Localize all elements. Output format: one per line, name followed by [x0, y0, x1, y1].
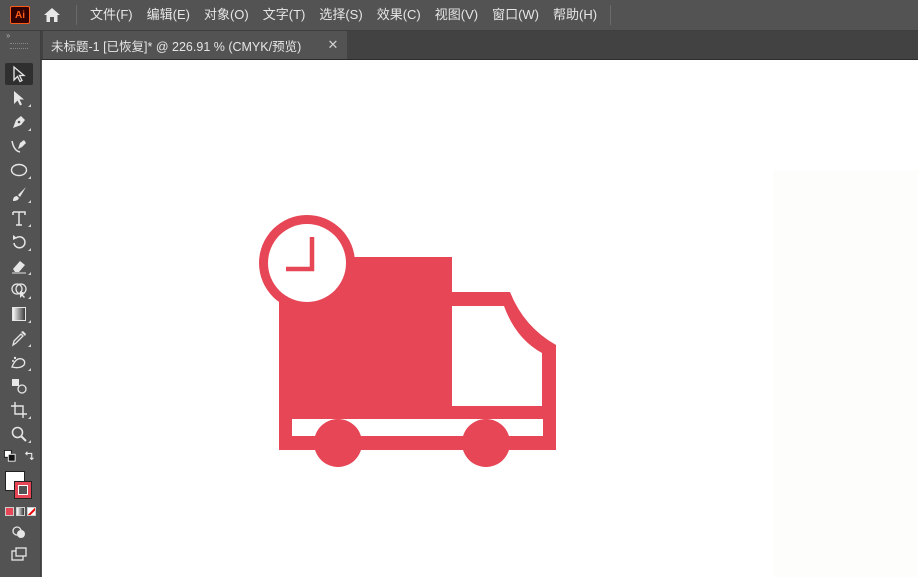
tools-panel: ››	[0, 31, 41, 577]
main-menu: 文件(F) 编辑(E) 对象(O) 文字(T) 选择(S) 效果(C) 视图(V…	[83, 0, 604, 30]
paintbrush-tool-icon[interactable]	[5, 183, 33, 205]
gradient-tool-icon[interactable]	[5, 303, 33, 325]
zoom-tool-icon[interactable]	[5, 423, 33, 445]
screen-mode-icon[interactable]	[5, 543, 33, 565]
selection-tool-icon[interactable]	[5, 63, 33, 85]
menu-help[interactable]: 帮助(H)	[546, 0, 604, 30]
menu-file[interactable]: 文件(F)	[83, 0, 140, 30]
canvas-shade	[773, 170, 918, 577]
pen-tool-icon[interactable]	[5, 111, 33, 133]
menu-type[interactable]: 文字(T)	[256, 0, 313, 30]
panel-grip[interactable]	[10, 43, 28, 49]
tab-document-title: 未标题-1 [已恢复]* @ 226.91 % (CMYK/预览)	[51, 39, 302, 54]
document-tab-bar: 未标题-1 [已恢复]* @ 226.91 % (CMYK/预览) ✕	[41, 31, 918, 60]
collapse-panel-button[interactable]: ››	[0, 31, 40, 40]
direct-selection-tool-icon[interactable]	[5, 87, 33, 109]
delivery-truck-clock-icon[interactable]	[258, 215, 558, 470]
gradient-mode-icon[interactable]	[16, 507, 25, 516]
home-icon[interactable]	[42, 5, 62, 25]
none-mode-icon[interactable]	[27, 507, 36, 516]
artboard-canvas[interactable]	[42, 60, 918, 577]
menu-effect[interactable]: 效果(C)	[370, 0, 428, 30]
menu-select[interactable]: 选择(S)	[312, 0, 369, 30]
ellipse-tool-icon[interactable]	[5, 159, 33, 181]
menu-window[interactable]: 窗口(W)	[485, 0, 546, 30]
default-colors-icon[interactable]	[2, 449, 18, 463]
menu-object[interactable]: 对象(O)	[197, 0, 256, 30]
blend-tool-icon[interactable]	[5, 375, 33, 397]
close-icon[interactable]: ✕	[325, 37, 341, 53]
type-tool-icon[interactable]	[5, 207, 33, 229]
artboard-tool-icon[interactable]	[5, 399, 33, 421]
draw-mode-icon[interactable]	[5, 521, 33, 543]
eyedropper-tool-icon[interactable]	[5, 327, 33, 349]
curvature-tool-icon[interactable]	[5, 135, 33, 157]
menu-bar: Ai 文件(F) 编辑(E) 对象(O) 文字(T) 选择(S) 效果(C) 视…	[0, 0, 918, 31]
color-mode-buttons	[5, 507, 36, 516]
color-mode-icon[interactable]	[5, 507, 14, 516]
symbol-sprayer-tool-icon[interactable]	[5, 351, 33, 373]
menu-separator	[610, 5, 612, 25]
stroke-color-swatch[interactable]	[14, 481, 32, 499]
menu-separator	[76, 5, 77, 25]
menu-view[interactable]: 视图(V)	[428, 0, 485, 30]
swap-colors-icon[interactable]	[22, 449, 38, 463]
illustrator-logo: Ai	[10, 6, 30, 24]
menu-edit[interactable]: 编辑(E)	[140, 0, 197, 30]
rotate-tool-icon[interactable]	[5, 231, 33, 253]
tab-document[interactable]: 未标题-1 [已恢复]* @ 226.91 % (CMYK/预览) ✕	[43, 31, 347, 59]
eraser-tool-icon[interactable]	[5, 255, 33, 277]
shape-builder-tool-icon[interactable]	[5, 279, 33, 301]
